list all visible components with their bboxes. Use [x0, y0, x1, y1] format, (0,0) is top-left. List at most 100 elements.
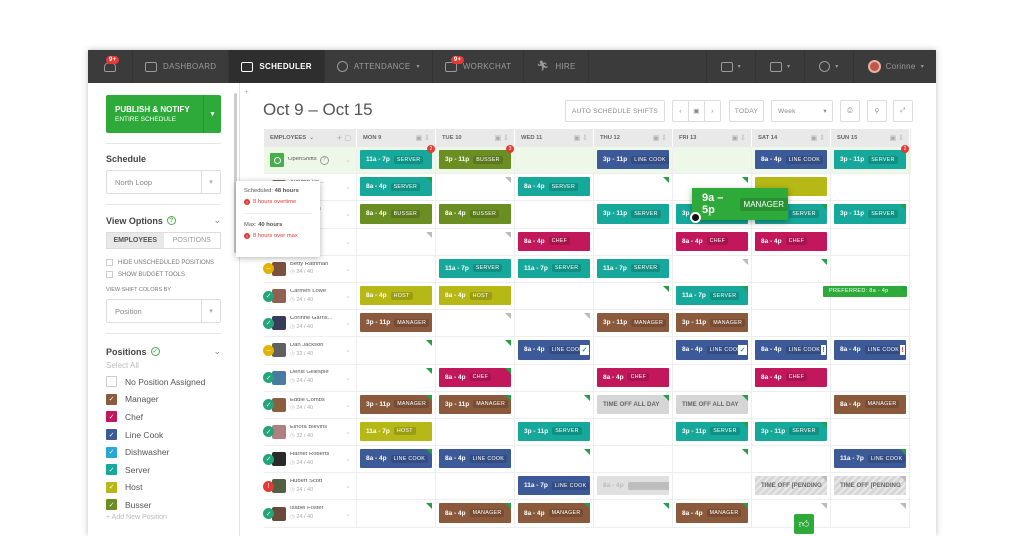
schedule-cell[interactable]	[752, 446, 831, 473]
thumbs-up-button[interactable]: 👍︎	[794, 514, 814, 534]
schedule-cell[interactable]	[594, 337, 673, 364]
schedule-cell[interactable]: 3p - 11pSERVER	[831, 201, 910, 228]
schedule-cell[interactable]: TIME OFF ALL DAY	[673, 391, 752, 418]
chevron-down-icon[interactable]: ⌄	[345, 156, 351, 164]
row-menu-icon[interactable]: ⌄	[345, 374, 351, 382]
publish-button[interactable]: PUBLISH & NOTIFY ENTIRE SCHEDULE ▾	[106, 95, 221, 133]
shift-block[interactable]: 8a - 4p LINE COOK	[755, 150, 827, 170]
schedule-cell[interactable]: 8a - 4p SERVER	[515, 174, 594, 201]
schedule-cell[interactable]: 11a - 7p LINE COOK	[831, 446, 910, 473]
shift-block[interactable]: 8a - 4p LINE COOK	[439, 449, 511, 469]
shift-block[interactable]: 8a - 4p LINE COOK!	[834, 340, 906, 360]
schedule-cell[interactable]	[515, 201, 594, 228]
employee-cell[interactable]: OpenShifts? ⌄	[264, 147, 357, 174]
schedule-cell[interactable]: 3p - 11pSERVER	[594, 201, 673, 228]
schedule-cell[interactable]	[594, 500, 673, 527]
employee-cell[interactable]: ✓ Carmen Lowe ◷ 24 / 40 ⌄	[263, 282, 357, 310]
position-filter-item[interactable]: ✓ Line Cook	[106, 426, 221, 444]
day-actions-icon[interactable]: ▣ ⇩	[890, 134, 904, 142]
prev-week-button[interactable]: ‹	[672, 100, 689, 122]
shift-block[interactable]: 8a - 4p MANAGER	[439, 503, 511, 523]
schedule-cell[interactable]: 8a - 4p MANAGER	[831, 391, 910, 418]
position-checkbox[interactable]: ✓	[106, 429, 117, 441]
schedule-cell[interactable]: 3p - 11p SERVER 2	[831, 145, 910, 174]
schedule-cell[interactable]	[831, 255, 910, 282]
schedule-cell[interactable]	[594, 446, 673, 473]
schedule-cell[interactable]: 11a - 7p HOST	[357, 418, 436, 446]
store-menu[interactable]: ▾	[754, 50, 804, 83]
schedule-cell[interactable]: 11a - 7p LINE COOK	[515, 473, 594, 500]
schedule-cell[interactable]: 11a - 7p SERVER	[436, 255, 515, 282]
row-menu-icon[interactable]: ⌄	[345, 292, 351, 300]
dragged-shift[interactable]: 9a – 5p MANAGER	[692, 188, 788, 220]
schedule-cell[interactable]	[515, 446, 594, 473]
toggle-employees[interactable]: EMPLOYEES	[107, 233, 164, 248]
schedule-cell[interactable]	[436, 174, 515, 201]
schedule-cell[interactable]: 3p - 11p MANAGER	[357, 310, 436, 337]
employee-cell[interactable]: ✓ Denis Gillespie ◷ 24 / 40 ⌄	[263, 364, 357, 391]
day-actions-icon[interactable]: ▣ ⇩	[495, 134, 509, 142]
schedule-cell[interactable]	[673, 147, 752, 174]
schedule-cell[interactable]	[673, 364, 752, 391]
schedule-cell[interactable]	[436, 310, 515, 337]
schedule-cell[interactable]: 3p - 11p LINE COOK	[594, 147, 673, 174]
shift-block[interactable]: 3p - 11pSERVER	[518, 421, 590, 442]
position-filter-item[interactable]: ✓ Dishwasher	[106, 443, 221, 461]
schedule-cell[interactable]: 8a - 4p CHEF	[515, 228, 594, 255]
schedule-cell[interactable]: 11a - 7p SERVER	[515, 255, 594, 282]
next-week-button[interactable]: ›	[704, 100, 721, 122]
select-all-link[interactable]: Select All	[106, 361, 221, 370]
shift-block[interactable]: 8a - 4p LINE COOK ✓	[676, 340, 748, 360]
inbox-menu[interactable]: ▾	[705, 50, 755, 83]
schedule-cell[interactable]: 8a - 4p CHEF	[673, 228, 752, 255]
day-header[interactable]: THU 12 ▣ ⇩	[594, 129, 673, 147]
nav-dashboard[interactable]: DASHBOARD	[133, 50, 230, 83]
position-filter-item[interactable]: No Position Assigned	[106, 373, 221, 391]
schedule-cell[interactable]: 8a - 4p BUSSER	[436, 201, 515, 228]
hide-unscheduled-checkbox[interactable]: HIDE UNSCHEDULED POSITIONS	[106, 259, 221, 266]
schedule-cell[interactable]: 3p - 11pSERVER	[515, 418, 594, 446]
schedule-cell[interactable]: 8a - 4p MANAGER	[515, 500, 594, 527]
auto-schedule-button[interactable]: AUTO SCHEDULE SHIFTS	[565, 100, 665, 122]
position-filter-item[interactable]: ✓ Host	[106, 479, 221, 497]
employee-cell[interactable]: ✓ Eddie Combs ◷ 24 / 40 ⌄	[263, 391, 357, 418]
shift-block[interactable]: 11a - 7p SERVER	[439, 258, 511, 278]
schedule-cell[interactable]	[594, 418, 673, 446]
add-position-link[interactable]: + Add New Position	[106, 514, 221, 521]
schedule-cell[interactable]: 3p - 11p MANAGER	[594, 310, 673, 337]
day-header[interactable]: SAT 14 ▣ ⇩	[752, 129, 831, 147]
employee-cell[interactable]: ! Hubert Scott ◷ 24 / 40 ⌄	[263, 473, 357, 500]
schedule-cell[interactable]: TIME OFF [PENDING	[752, 473, 831, 500]
day-header[interactable]: MON 9 ▣ ⇩	[357, 129, 436, 147]
schedule-cell[interactable]	[594, 174, 673, 201]
schedule-cell[interactable]	[673, 255, 752, 282]
publish-dropdown[interactable]: ▾	[203, 95, 221, 133]
schedule-cell[interactable]	[831, 310, 910, 337]
day-header[interactable]: FRI 13 ▣ ⇩	[673, 129, 752, 147]
position-filter-item[interactable]: ✓ Chef	[106, 408, 221, 426]
schedule-cell[interactable]	[357, 473, 436, 500]
shift-block[interactable]: 11a - 7p SERVER	[360, 150, 432, 170]
schedule-cell[interactable]: 8a - 4p SERVER	[357, 174, 436, 201]
schedule-cell[interactable]: 8a - 4p LINE COOK	[436, 446, 515, 473]
schedule-cell[interactable]	[752, 282, 831, 310]
schedule-cell[interactable]	[752, 310, 831, 337]
shift-block[interactable]: 3p - 11pSERVER	[834, 204, 906, 224]
shift-block[interactable]: 3p - 11p MANAGER	[597, 313, 669, 333]
schedule-cell[interactable]: 11a - 7p SERVER	[673, 282, 752, 310]
schedule-cell[interactable]	[831, 418, 910, 446]
schedule-cell[interactable]: 8a - 4p LINE COOK	[357, 446, 436, 473]
schedule-cell[interactable]: 3p - 11p MANAGER	[357, 391, 436, 418]
position-filter-item[interactable]: ✓ Manager	[106, 391, 221, 409]
day-actions-icon[interactable]: ▣ ⇩	[416, 134, 430, 142]
copy-icon[interactable]: ▢	[344, 134, 351, 142]
row-menu-icon[interactable]: ⌄	[345, 401, 351, 409]
shift-block[interactable]: 3p - 11p MANAGER	[360, 313, 432, 333]
shift-block[interactable]: 3p - 11pSERVER	[834, 150, 906, 170]
help-icon[interactable]: ?	[319, 155, 329, 165]
nav-hire[interactable]: 🏃︎ HIRE	[524, 50, 589, 83]
time-off-block[interactable]: TIME OFF ALL DAY	[676, 394, 748, 414]
schedule-cell[interactable]	[594, 228, 673, 255]
shift-block[interactable]: 8a - 4p MANAGER	[676, 503, 748, 523]
schedule-cell[interactable]: 11a - 7p SERVER	[594, 255, 673, 282]
